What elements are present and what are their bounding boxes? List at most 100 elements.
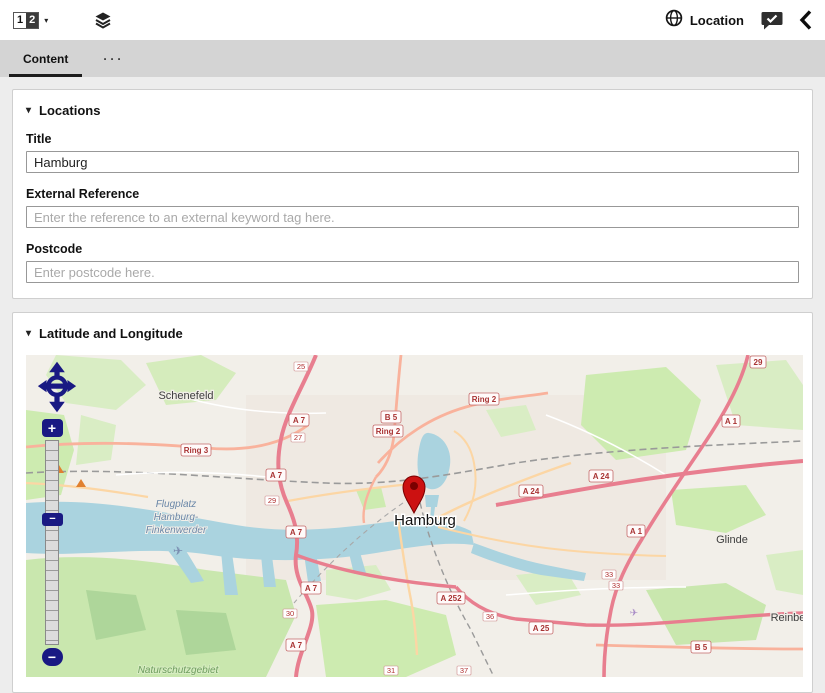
svg-text:A 7: A 7 [290, 528, 303, 537]
top-toolbar: 1 2 ▾ Location [0, 0, 825, 40]
svg-text:A 7: A 7 [293, 416, 306, 425]
collapse-left-chevron-icon[interactable] [799, 10, 812, 30]
road-badge: A 24 [519, 485, 543, 497]
road-badge: Ring 3 [181, 444, 211, 456]
layers-icon[interactable] [94, 11, 112, 29]
road-badge: A 7 [266, 469, 286, 481]
svg-text:A 7: A 7 [270, 471, 283, 480]
exit-number: 29 [265, 496, 279, 505]
place-label-reinbek: Reinbe [771, 612, 803, 624]
svg-text:A 7: A 7 [305, 584, 318, 593]
pan-down-icon [49, 402, 65, 412]
page-badge-digit-2: 2 [26, 13, 38, 28]
lat-long-section-header[interactable]: ▾ Latitude and Longitude [26, 326, 799, 341]
zoom-slider-handle[interactable]: − [42, 513, 63, 526]
svg-text:A 252: A 252 [440, 594, 462, 603]
exit-number: 31 [384, 666, 398, 675]
exit-number: 37 [457, 666, 471, 675]
road-badge: Ring 2 [373, 425, 403, 437]
svg-text:A 1: A 1 [725, 417, 738, 426]
page-badge-digit-1: 1 [14, 13, 26, 28]
airfield-icon: ✈ [173, 544, 183, 558]
map-canvas[interactable]: ✈ ✈ Ring 3 A 7 B 5 Ring 2 Ring 2 A 1 A 2… [26, 355, 803, 677]
globe-icon [665, 9, 683, 32]
title-input[interactable] [26, 151, 799, 173]
tab-content[interactable]: Content [0, 40, 91, 77]
exit-number: 36 [483, 612, 497, 621]
svg-text:Ring 3: Ring 3 [184, 446, 209, 455]
place-label-nature-reserve: Naturschutzgebiet [138, 665, 220, 676]
svg-text:30: 30 [286, 609, 294, 618]
place-label-schenefeld: Schenefeld [158, 390, 213, 402]
tab-more-label: ··· [103, 52, 124, 66]
svg-text:33: 33 [612, 581, 620, 590]
svg-text:A 7: A 7 [290, 641, 303, 650]
exit-number: 25 [294, 362, 308, 371]
exit-number: 33 [602, 570, 616, 579]
svg-text:31: 31 [387, 666, 395, 675]
title-field-label: Title [26, 132, 799, 146]
place-label-flugplatz: Finkenwerder [146, 525, 207, 536]
page-badge-dropdown-caret[interactable]: ▾ [44, 16, 48, 25]
svg-text:Ring 2: Ring 2 [472, 395, 497, 404]
page-number-badge[interactable]: 1 2 [13, 12, 39, 29]
svg-text:Ring 2: Ring 2 [376, 427, 401, 436]
road-badge: A 252 [437, 592, 465, 604]
pan-right-icon [67, 380, 76, 392]
exit-number: 27 [291, 433, 305, 442]
road-badge: B 5 [381, 411, 401, 423]
svg-text:29: 29 [268, 496, 276, 505]
lat-long-section: ▾ Latitude and Longitude [12, 312, 813, 693]
svg-text:A 24: A 24 [593, 472, 610, 481]
svg-text:36: 36 [486, 612, 494, 621]
road-badge: 29 [750, 356, 766, 368]
location-button[interactable]: Location [665, 9, 744, 32]
map-pan-control[interactable] [37, 361, 77, 418]
exit-number: 30 [283, 609, 297, 618]
external-reference-input[interactable] [26, 206, 799, 228]
collapse-triangle-icon: ▾ [26, 105, 31, 116]
content-area: ▾ Locations Title External Reference Pos… [0, 77, 825, 693]
locations-section-title: Locations [39, 103, 100, 118]
locations-section: ▾ Locations Title External Reference Pos… [12, 89, 813, 299]
postcode-input[interactable] [26, 261, 799, 283]
road-badge: B 5 [691, 641, 711, 653]
road-badge: A 25 [529, 622, 553, 634]
svg-text:A 25: A 25 [533, 624, 550, 633]
road-badge: A 7 [301, 582, 321, 594]
zoom-in-button[interactable]: + [42, 419, 63, 437]
place-label-flugplatz: Flugplatz [156, 499, 197, 510]
road-badge: A 7 [286, 526, 306, 538]
svg-text:B 5: B 5 [695, 643, 708, 652]
road-badge: Ring 2 [469, 393, 499, 405]
svg-text:29: 29 [754, 358, 763, 367]
svg-text:A 24: A 24 [523, 487, 540, 496]
airfield-icon: ✈ [630, 608, 638, 619]
road-badge: A 7 [286, 639, 306, 651]
locations-section-header[interactable]: ▾ Locations [26, 103, 799, 118]
tab-bar: Content ··· [0, 40, 825, 77]
tab-content-label: Content [23, 52, 68, 66]
external-reference-field-label: External Reference [26, 187, 799, 201]
tab-more[interactable]: ··· [91, 40, 136, 77]
lat-long-section-title: Latitude and Longitude [39, 326, 183, 341]
place-label-hamburg: Hamburg [394, 512, 456, 529]
svg-text:A 1: A 1 [630, 527, 643, 536]
svg-text:25: 25 [297, 362, 305, 371]
road-badge: A 24 [589, 470, 613, 482]
collapse-triangle-icon: ▾ [26, 328, 31, 339]
exit-number: 33 [609, 581, 623, 590]
svg-text:27: 27 [294, 433, 302, 442]
place-label-glinde: Glinde [716, 534, 748, 546]
svg-text:37: 37 [460, 666, 468, 675]
map-zoom-control: + − − [41, 419, 63, 666]
road-badge: A 7 [289, 414, 309, 426]
zoom-out-button[interactable]: − [42, 648, 63, 666]
zoom-slider-track[interactable]: − [45, 440, 59, 645]
road-badge: A 1 [722, 415, 740, 427]
map-tiles: ✈ ✈ Ring 3 A 7 B 5 Ring 2 Ring 2 A 1 A 2… [26, 355, 803, 677]
location-label: Location [690, 13, 744, 28]
svg-text:B 5: B 5 [385, 413, 398, 422]
comment-check-icon[interactable] [761, 11, 783, 30]
svg-text:33: 33 [605, 570, 613, 579]
